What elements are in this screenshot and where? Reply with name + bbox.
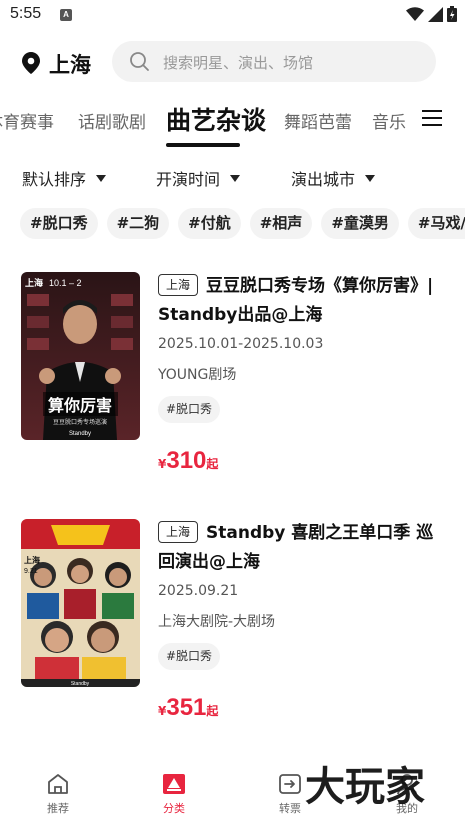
status-icons: [406, 6, 457, 22]
event-title-text: 豆豆脱口秀专场《算你厉害》| Standby出品@上海: [158, 276, 434, 325]
search-icon: [130, 52, 149, 71]
search-placeholder: 搜索明星、演出、场馆: [163, 54, 314, 72]
menu-icon[interactable]: [422, 109, 442, 127]
city-badge: 上海: [158, 274, 199, 296]
nav-label: 推荐: [47, 802, 69, 815]
event-price: ¥310起: [158, 447, 448, 475]
event-title[interactable]: 上海 豆豆脱口秀专场《算你厉害》| Standby出品@上海: [158, 272, 448, 330]
tab-sports[interactable]: 体育赛事: [0, 108, 54, 133]
hashtag-chip[interactable]: #二狗: [106, 208, 170, 239]
tab-music[interactable]: 音乐: [372, 108, 406, 133]
filter-start-time-label: 开演时间: [156, 170, 221, 189]
event-title[interactable]: 上海 Standby 喜剧之王单口季 巡回演出@上海: [158, 519, 448, 577]
price-value: 310: [166, 447, 207, 474]
event-price: ¥351起: [158, 694, 448, 722]
hashtag-chip[interactable]: #马戏/杂技: [407, 208, 465, 239]
status-time: 5:55: [10, 5, 42, 22]
event-card[interactable]: 上海 10.1 – 2 算你厉害 豆豆脱口秀专场巡演 Standby 上海 豆豆脱…: [0, 272, 465, 492]
price-suffix: 起: [206, 457, 219, 471]
filter-start-time[interactable]: 开演时间: [156, 166, 241, 190]
nav-label: 分类: [163, 802, 185, 815]
event-info: 上海 Standby 喜剧之王单口季 巡回演出@上海 2025.09.21 上海大…: [158, 519, 448, 722]
city-selector[interactable]: 上海: [49, 49, 91, 79]
event-date: 2025.10.01-2025.10.03: [158, 336, 324, 352]
poster-dates: 9.21: [24, 568, 38, 575]
hashtag-chip[interactable]: #相声: [249, 208, 313, 239]
hashtag-row: #脱口秀 #二狗 #付航 #相声 #童漠男 #马戏/杂技: [20, 208, 465, 242]
signal-icon: [428, 6, 443, 22]
transfer-ticket-icon: [279, 774, 301, 794]
category-icon: [163, 774, 185, 794]
event-title-text: Standby 喜剧之王单口季 巡回演出@上海: [158, 523, 434, 572]
filter-city[interactable]: 演出城市: [291, 166, 376, 190]
watermark-logo: 大玩家: [305, 764, 425, 810]
hashtag-chip[interactable]: #童漠男: [321, 208, 399, 239]
event-venue: YOUNG剧场: [158, 367, 237, 383]
poster-headline: 算你厉害: [48, 396, 112, 415]
event-card[interactable]: 上海 9.21 Standby 上海 Standby 喜剧之王单口季 巡回演出@上…: [0, 519, 465, 739]
poster-subtitle: 豆豆脱口秀专场巡演: [53, 418, 107, 426]
location-pin-icon[interactable]: [22, 52, 40, 74]
header: 上海 搜索明星、演出、场馆: [0, 40, 465, 84]
filter-city-label: 演出城市: [291, 170, 356, 189]
filter-sort[interactable]: 默认排序: [22, 166, 107, 190]
event-poster[interactable]: 上海 10.1 – 2 算你厉害 豆豆脱口秀专场巡演 Standby: [21, 272, 140, 440]
poster-image: 上海 9.21 Standby: [21, 519, 140, 687]
poster-city: 上海: [25, 277, 43, 289]
watermark-text: 大玩家: [305, 764, 425, 810]
tab-dance-ballet[interactable]: 舞蹈芭蕾: [284, 108, 352, 133]
active-tab-indicator: [166, 143, 240, 147]
nav-category[interactable]: 分类: [139, 772, 209, 816]
poster-brand: Standby: [71, 681, 90, 687]
poster-brand: Standby: [69, 431, 91, 437]
caret-down-icon: [96, 174, 107, 182]
battery-icon: [447, 6, 457, 22]
tab-drama-opera[interactable]: 话剧歌剧: [78, 108, 146, 133]
price-value: 351: [166, 694, 207, 721]
event-info: 上海 豆豆脱口秀专场《算你厉害》| Standby出品@上海 2025.10.01…: [158, 272, 448, 475]
nav-recommend[interactable]: 推荐: [23, 772, 93, 816]
poster-city: 上海: [24, 555, 40, 565]
caret-down-icon: [230, 174, 241, 182]
hashtag-chip[interactable]: #付航: [178, 208, 241, 239]
poster-image: 上海 10.1 – 2 算你厉害 豆豆脱口秀专场巡演 Standby: [21, 272, 140, 440]
notification-icon: A: [60, 9, 72, 21]
hashtag-chip[interactable]: #脱口秀: [20, 208, 98, 239]
wifi-icon: [406, 6, 424, 21]
poster-dates: 10.1 – 2: [49, 278, 82, 288]
filter-sort-label: 默认排序: [22, 170, 87, 189]
city-badge: 上海: [158, 521, 199, 543]
event-venue: 上海大剧院-大剧场: [158, 614, 276, 630]
genre-tag[interactable]: #脱口秀: [158, 396, 221, 423]
search-bar[interactable]: 搜索明星、演出、场馆: [112, 41, 436, 82]
event-poster[interactable]: 上海 9.21 Standby: [21, 519, 140, 687]
price-suffix: 起: [206, 704, 219, 718]
event-date: 2025.09.21: [158, 583, 239, 599]
tab-quyi[interactable]: 曲艺杂谈: [166, 101, 266, 137]
category-tabs: 体育赛事 话剧歌剧 曲艺杂谈 舞蹈芭蕾 音乐: [0, 96, 465, 148]
caret-down-icon: [365, 174, 376, 182]
status-bar: 5:55 A: [0, 0, 465, 32]
genre-tag[interactable]: #脱口秀: [158, 643, 221, 670]
home-icon: [48, 774, 68, 794]
